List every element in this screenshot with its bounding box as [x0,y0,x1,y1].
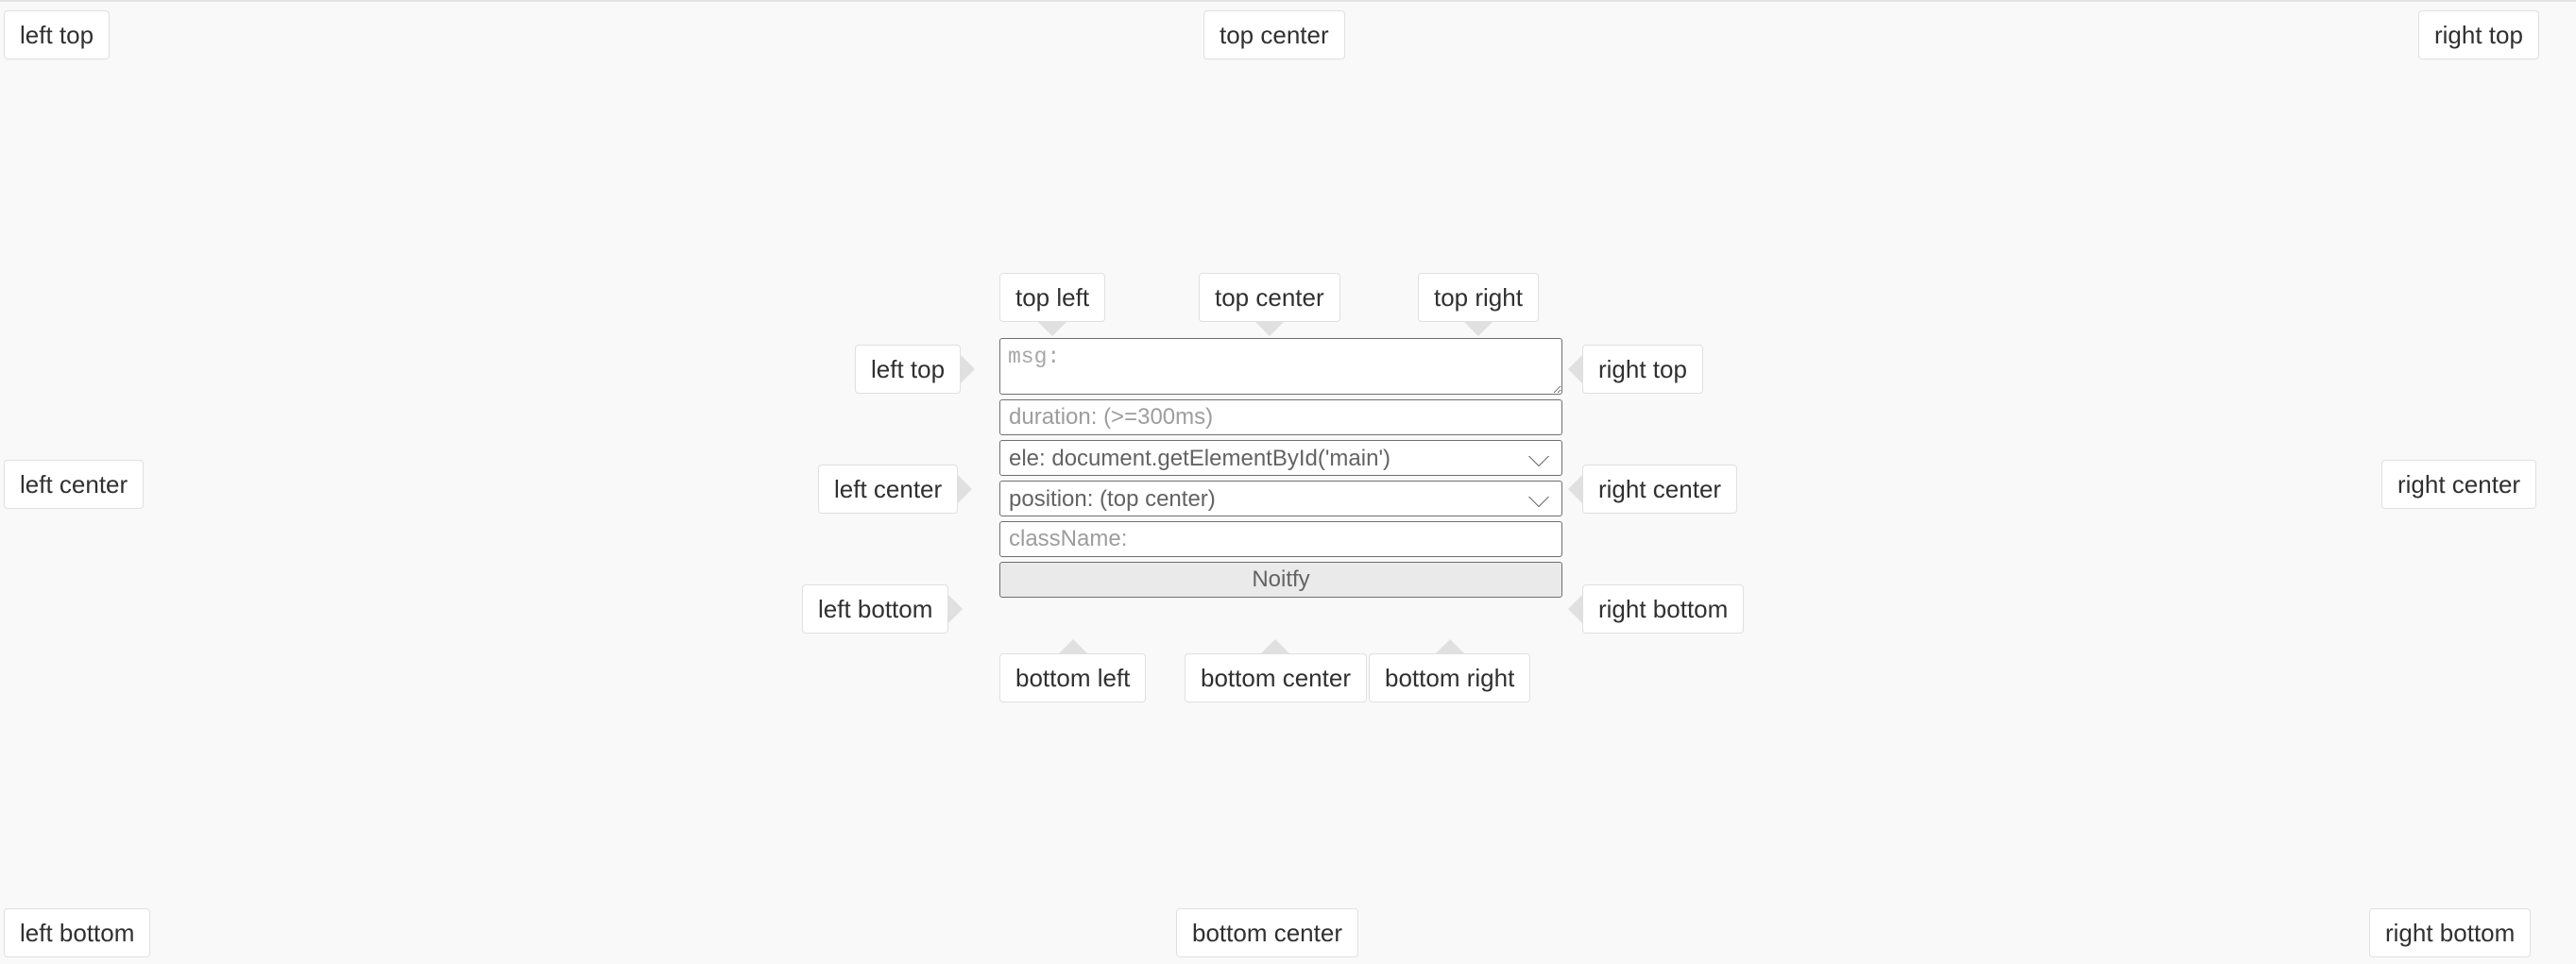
element-select[interactable]: ele: document.getElementById('main') [999,440,1562,476]
submit-row: Noitfy [999,562,1562,598]
element-tip-bottom-right: bottom right [1369,639,1531,702]
page-root: left top top center right top left cente… [0,0,2576,964]
classname-input[interactable] [999,521,1562,557]
element-tip-left-top: left top [855,345,976,394]
position-select-row: position: (top center) [999,481,1562,516]
message-textarea[interactable] [999,338,1562,395]
element-tip-left-bottom: left bottom [802,584,964,634]
duration-row [999,399,1562,435]
viewport-tip-left-top: left top [4,10,111,59]
element-tip-left-center: left center [818,465,973,514]
element-tip-top-left: top left [999,273,1106,336]
element-select-row: ele: document.getElementById('main') [999,440,1562,476]
viewport-tip-bottom-center: bottom center [1176,908,1358,957]
element-tip-bottom-left: bottom left [999,639,1147,702]
position-select[interactable]: position: (top center) [999,481,1562,516]
viewport-tip-left-bottom: left bottom [4,908,151,957]
duration-input[interactable] [999,399,1562,435]
element-tip-right-bottom: right bottom [1567,584,1745,634]
viewport-tip-right-center: right center [2381,460,2537,509]
viewport-tip-top-center: top center [1203,10,1345,59]
classname-row [999,521,1562,557]
element-tip-top-right: top right [1418,273,1539,336]
element-tip-right-top: right top [1568,345,1703,394]
element-tip-right-center: right center [1567,465,1738,514]
msg-row [999,338,1562,395]
element-tip-bottom-center: bottom center [1185,639,1367,702]
viewport-tip-left-center: left center [4,460,145,509]
notify-button[interactable]: Noitfy [999,562,1562,598]
notify-form: ele: document.getElementById('main') pos… [999,338,1562,602]
viewport-tip-right-bottom: right bottom [2369,908,2532,957]
element-tip-top-center: top center [1199,273,1340,336]
viewport-tip-right-top: right top [2418,10,2539,59]
